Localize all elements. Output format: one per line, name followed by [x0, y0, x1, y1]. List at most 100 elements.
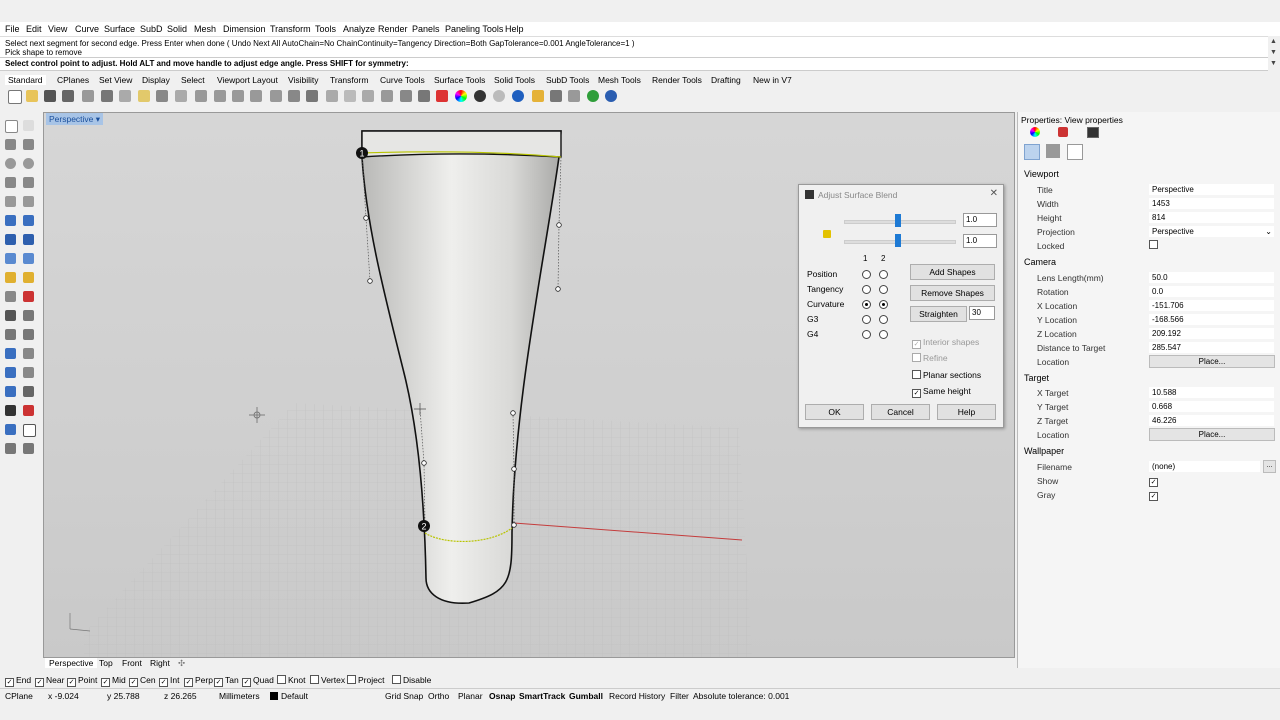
- layout-icon[interactable]: [5, 424, 16, 435]
- help-button[interactable]: Help: [937, 404, 996, 420]
- save-icon[interactable]: [44, 90, 56, 102]
- bend-icon[interactable]: [23, 405, 34, 416]
- tab-right[interactable]: Right: [150, 658, 170, 668]
- explode-icon[interactable]: [23, 310, 34, 321]
- x-location-field[interactable]: -151.706: [1149, 300, 1274, 311]
- layer-icon[interactable]: [436, 90, 448, 102]
- rotation-field[interactable]: 0.0: [1149, 286, 1274, 297]
- position-radio-1[interactable]: [862, 270, 871, 279]
- menu-subd[interactable]: SubD: [140, 24, 163, 34]
- menu-tools[interactable]: Tools: [315, 24, 336, 34]
- split-icon[interactable]: [23, 291, 34, 302]
- ellipse-icon[interactable]: [23, 158, 34, 169]
- scroll-up-icon[interactable]: ▲: [1269, 38, 1278, 47]
- osnap-disable[interactable]: Disable: [392, 675, 431, 685]
- command-prompt[interactable]: Select control point to adjust. Hold ALT…: [0, 57, 1268, 71]
- menu-edit[interactable]: Edit: [26, 24, 42, 34]
- move-icon[interactable]: [326, 90, 338, 102]
- rotate-view-icon[interactable]: [195, 90, 207, 102]
- tab-mesh-tools[interactable]: Mesh Tools: [598, 75, 641, 85]
- tab-new-in-v7[interactable]: New in V7: [753, 75, 792, 85]
- tab-front[interactable]: Front: [122, 658, 142, 668]
- settings-wrench-icon[interactable]: [1046, 144, 1060, 158]
- planar-toggle[interactable]: Planar: [458, 691, 483, 701]
- distance-field[interactable]: 285.547: [1149, 342, 1274, 353]
- lock-icon[interactable]: [823, 230, 831, 238]
- rotate-icon[interactable]: [288, 90, 300, 102]
- osnap-toggle[interactable]: Osnap: [489, 691, 515, 701]
- y-location-field[interactable]: -168.566: [1149, 314, 1274, 325]
- circle-icon[interactable]: [5, 158, 16, 169]
- wireframe-sphere-icon[interactable]: [493, 90, 505, 102]
- tab-solid-tools[interactable]: Solid Tools: [494, 75, 535, 85]
- osnap-quad[interactable]: ✓ Quad: [242, 675, 274, 687]
- slider-thumb-1[interactable]: [895, 214, 901, 227]
- display-tab-icon[interactable]: [1058, 127, 1068, 137]
- tab-select[interactable]: Select: [181, 75, 205, 85]
- tab-display[interactable]: Display: [142, 75, 170, 85]
- undo-icon[interactable]: [156, 90, 168, 102]
- import-icon[interactable]: [82, 90, 94, 102]
- z-target-field[interactable]: 46.226: [1149, 415, 1274, 426]
- menu-file[interactable]: File: [5, 24, 20, 34]
- current-layer[interactable]: Default: [281, 691, 308, 701]
- g3-radio-2[interactable]: [879, 315, 888, 324]
- record-history-toggle[interactable]: Record History: [609, 691, 665, 701]
- monitor-tab-icon[interactable]: [1087, 127, 1099, 138]
- osnap-int[interactable]: ✓ Int: [159, 675, 179, 687]
- remove-shapes-button[interactable]: Remove Shapes: [910, 285, 995, 301]
- height-field[interactable]: 814: [1149, 212, 1274, 223]
- tab-top[interactable]: Top: [99, 658, 113, 668]
- boolean-icon[interactable]: [5, 272, 16, 283]
- fillet-curve-icon[interactable]: [23, 196, 34, 207]
- menu-surface[interactable]: Surface: [104, 24, 135, 34]
- grid-snap-toggle[interactable]: Grid Snap: [385, 691, 423, 701]
- tab-set-view[interactable]: Set View: [99, 75, 132, 85]
- box-icon[interactable]: [5, 234, 16, 245]
- color-wheel-icon[interactable]: [455, 90, 467, 102]
- ok-button[interactable]: OK: [805, 404, 864, 420]
- menu-transform[interactable]: Transform: [270, 24, 311, 34]
- point-tool-icon[interactable]: [23, 120, 34, 131]
- arc-icon[interactable]: [5, 177, 16, 188]
- polygon-icon[interactable]: [5, 196, 16, 207]
- camera-icon[interactable]: [1024, 144, 1040, 160]
- zoom-window-icon[interactable]: [232, 90, 244, 102]
- y-target-field[interactable]: 0.668: [1149, 401, 1274, 412]
- wallpaper-tab-icon[interactable]: [1067, 144, 1083, 160]
- dimension-icon[interactable]: [23, 348, 34, 359]
- lock-icon[interactable]: [418, 90, 430, 102]
- gear-icon[interactable]: [550, 90, 562, 102]
- cplane-icon[interactable]: [362, 90, 374, 102]
- tangency-radio-1[interactable]: [862, 285, 871, 294]
- camera-place-button[interactable]: Place...: [1149, 355, 1275, 368]
- curvature-radio-1[interactable]: [862, 300, 871, 309]
- move-tool-icon[interactable]: [5, 329, 16, 340]
- zoom-icon[interactable]: [214, 90, 226, 102]
- locked-checkbox[interactable]: [1149, 240, 1160, 250]
- material-tab-icon[interactable]: [1030, 127, 1040, 137]
- units-label[interactable]: Millimeters: [219, 691, 260, 701]
- select-filter-icon[interactable]: [344, 90, 356, 102]
- pan-hand-icon[interactable]: [175, 90, 187, 102]
- select-arrow-icon[interactable]: [5, 120, 18, 133]
- add-shapes-button[interactable]: Add Shapes: [910, 264, 995, 280]
- add-viewport-tab-icon[interactable]: ✣: [178, 658, 185, 669]
- menu-solid[interactable]: Solid: [167, 24, 187, 34]
- tab-visibility[interactable]: Visibility: [288, 75, 319, 85]
- osnap-vertex[interactable]: Vertex: [310, 675, 345, 685]
- check-icon[interactable]: [23, 424, 36, 437]
- sphere-icon[interactable]: [23, 234, 34, 245]
- osnap-end[interactable]: ✓ End: [5, 675, 31, 687]
- z-location-field[interactable]: 209.192: [1149, 328, 1274, 339]
- g3-radio-1[interactable]: [862, 315, 871, 324]
- menu-render[interactable]: Render: [378, 24, 408, 34]
- filename-field[interactable]: (none): [1149, 461, 1260, 472]
- osnap-mid[interactable]: ✓ Mid: [101, 675, 126, 687]
- zoom-selected-icon[interactable]: [270, 90, 282, 102]
- help-icon[interactable]: [605, 90, 617, 102]
- render-sphere-icon[interactable]: [512, 90, 524, 102]
- tab-drafting[interactable]: Drafting: [711, 75, 741, 85]
- filter-toggle[interactable]: Filter: [670, 691, 689, 701]
- copy-icon[interactable]: [119, 90, 131, 102]
